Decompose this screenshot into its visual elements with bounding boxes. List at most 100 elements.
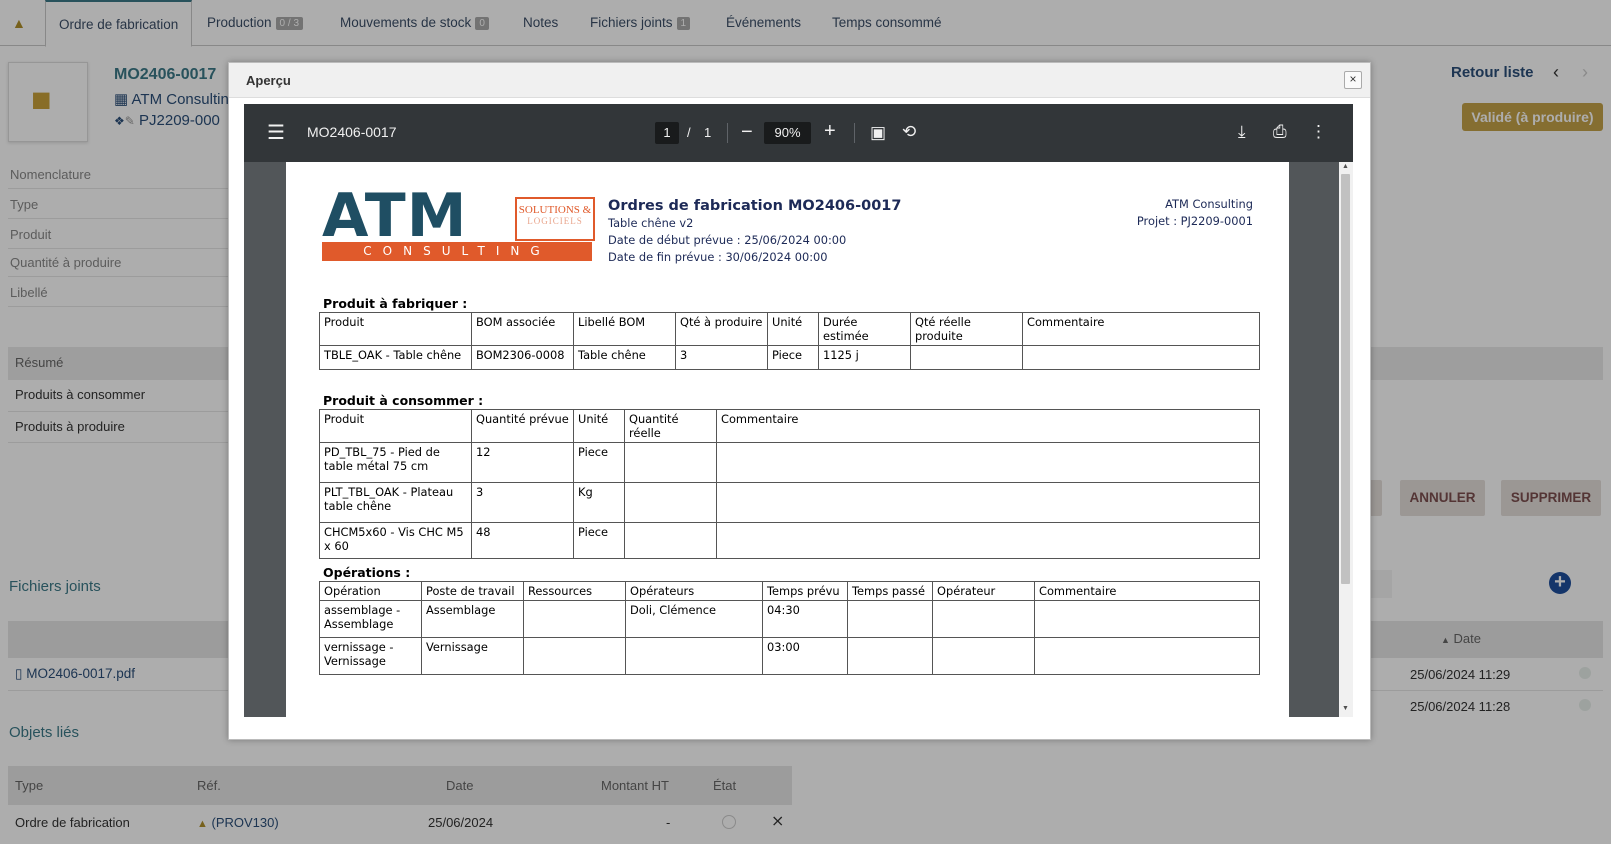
logo-text: ATM (322, 181, 468, 251)
col-header: Commentaire (1022, 312, 1260, 346)
pdf-subtitle: Table chêne v2 (608, 216, 694, 230)
scroll-down-icon[interactable]: ▼ (1342, 705, 1349, 712)
preview-dialog: Aperçu × ☰ MO2406-0017 1 / 1 − 90% + ▣ ⟲… (228, 62, 1371, 740)
col-header: Opération (319, 581, 422, 601)
close-icon[interactable]: × (1344, 71, 1362, 89)
col-header: Durée estimée (818, 312, 911, 346)
logo-band: CONSULTING (322, 242, 592, 261)
cell (716, 482, 1260, 523)
cell: 3 (675, 345, 768, 370)
page-separator: / (687, 125, 691, 140)
cell: Doli, Clémence (625, 600, 763, 638)
cell (716, 442, 1260, 483)
cell: PD_TBL_75 - Pied de table métal 75 cm (319, 442, 472, 483)
cell: 03:00 (762, 637, 848, 675)
cell (910, 345, 1023, 370)
cell: Assemblage (421, 600, 524, 638)
cell (847, 637, 933, 675)
col-header: Temps passé (847, 581, 933, 601)
cell (1034, 637, 1260, 675)
col-header: Commentaire (716, 409, 1260, 443)
col-header: Unité (767, 312, 819, 346)
fit-page-icon[interactable]: ▣ (870, 123, 886, 143)
table-row: assemblage - Assemblage Assemblage Doli,… (319, 600, 1260, 638)
table-header-row: Produit BOM associée Libellé BOM Qté à p… (319, 312, 1260, 346)
col-header: Produit (319, 312, 472, 346)
cell: assemblage - Assemblage (319, 600, 422, 638)
cell: TBLE_OAK - Table chêne (319, 345, 472, 370)
cell: Piece (573, 522, 625, 559)
zoom-in-icon[interactable]: + (824, 121, 836, 141)
page-number-input[interactable]: 1 (655, 122, 679, 144)
col-header: Opérateur (932, 581, 1035, 601)
cell (624, 522, 717, 559)
cell (847, 600, 933, 638)
menu-icon[interactable]: ☰ (267, 123, 285, 143)
viewer-scrollbar[interactable]: ▲ ▼ (1339, 162, 1353, 717)
scroll-up-icon[interactable]: ▲ (1342, 163, 1349, 170)
cell (523, 600, 626, 638)
col-header: Ressources (523, 581, 626, 601)
cell (625, 637, 763, 675)
cell: Piece (573, 442, 625, 483)
cell: 04:30 (762, 600, 848, 638)
rotate-icon[interactable]: ⟲ (902, 122, 916, 142)
scrollbar-thumb[interactable] (1341, 174, 1350, 584)
cell: Vernissage (421, 637, 524, 675)
col-header: BOM associée (471, 312, 574, 346)
cell (932, 600, 1035, 638)
cell: 1125 j (818, 345, 911, 370)
table-row: TBLE_OAK - Table chêne BOM2306-0008 Tabl… (319, 345, 1260, 370)
logo-tag-line2: LOGICIELS (527, 216, 583, 226)
pdf-page: ATM SOLUTIONS & LOGICIELS CONSULTING Ord… (286, 162, 1289, 717)
cell: CHCM5x60 - Vis CHC M5 x 60 (319, 522, 472, 559)
dialog-titlebar: Aperçu × (229, 63, 1370, 98)
cell (624, 442, 717, 483)
cell: PLT_TBL_OAK - Plateau table chêne (319, 482, 472, 523)
produce-section-title: Produit à fabriquer : (323, 296, 468, 311)
page-total: 1 (704, 125, 712, 140)
more-options-icon[interactable]: ⋮ (1310, 122, 1327, 142)
operations-section-title: Opérations : (323, 565, 411, 580)
zoom-input[interactable]: 90% (764, 122, 811, 144)
pdf-title: Ordres de fabrication MO2406-0017 (608, 198, 902, 214)
cell (716, 522, 1260, 559)
consume-table: Produit Quantité prévue Unité Quantité r… (319, 409, 1260, 559)
col-header: Qté réelle produite (910, 312, 1023, 346)
col-header: Temps prévu (762, 581, 848, 601)
pdf-project: Projet : PJ2209-0001 (1136, 214, 1253, 228)
col-header: Poste de travail (421, 581, 524, 601)
table-row: PLT_TBL_OAK - Plateau table chêne 3 Kg (319, 482, 1260, 523)
cell: Kg (573, 482, 625, 523)
table-header-row: Produit Quantité prévue Unité Quantité r… (319, 409, 1260, 443)
col-header: Unité (573, 409, 625, 443)
consume-section-title: Produit à consommer : (323, 393, 484, 408)
operations-table: Opération Poste de travail Ressources Op… (319, 581, 1260, 675)
col-header: Libellé BOM (573, 312, 676, 346)
cell: 3 (471, 482, 574, 523)
table-row: vernissage - Vernissage Vernissage 03:00 (319, 637, 1260, 675)
zoom-out-icon[interactable]: − (741, 122, 753, 142)
print-icon[interactable]: ⎙ (1273, 122, 1287, 142)
col-header: Qté à produire (675, 312, 768, 346)
col-header: Quantité réelle (624, 409, 717, 443)
table-row: CHCM5x60 - Vis CHC M5 x 60 48 Piece (319, 522, 1260, 559)
divider (854, 123, 855, 143)
logo-tag-line1: SOLUTIONS & (518, 204, 592, 216)
cell: 48 (471, 522, 574, 559)
pdf-end-date: Date de fin prévue : 30/06/2024 00:00 (608, 250, 828, 264)
col-header: Quantité prévue (471, 409, 574, 443)
divider (727, 123, 728, 143)
table-row: PD_TBL_75 - Pied de table métal 75 cm 12… (319, 442, 1260, 483)
cell: Piece (767, 345, 819, 370)
dialog-title: Aperçu (246, 73, 291, 88)
col-header: Produit (319, 409, 472, 443)
col-header: Commentaire (1034, 581, 1260, 601)
download-icon[interactable]: ⤓ (1238, 122, 1246, 142)
col-header: Opérateurs (625, 581, 763, 601)
pdf-toolbar: ☰ MO2406-0017 1 / 1 − 90% + ▣ ⟲ ⤓ ⎙ ⋮ (244, 104, 1353, 162)
cell (624, 482, 717, 523)
cell: BOM2306-0008 (471, 345, 574, 370)
cell (523, 637, 626, 675)
produce-table: Produit BOM associée Libellé BOM Qté à p… (319, 312, 1260, 370)
